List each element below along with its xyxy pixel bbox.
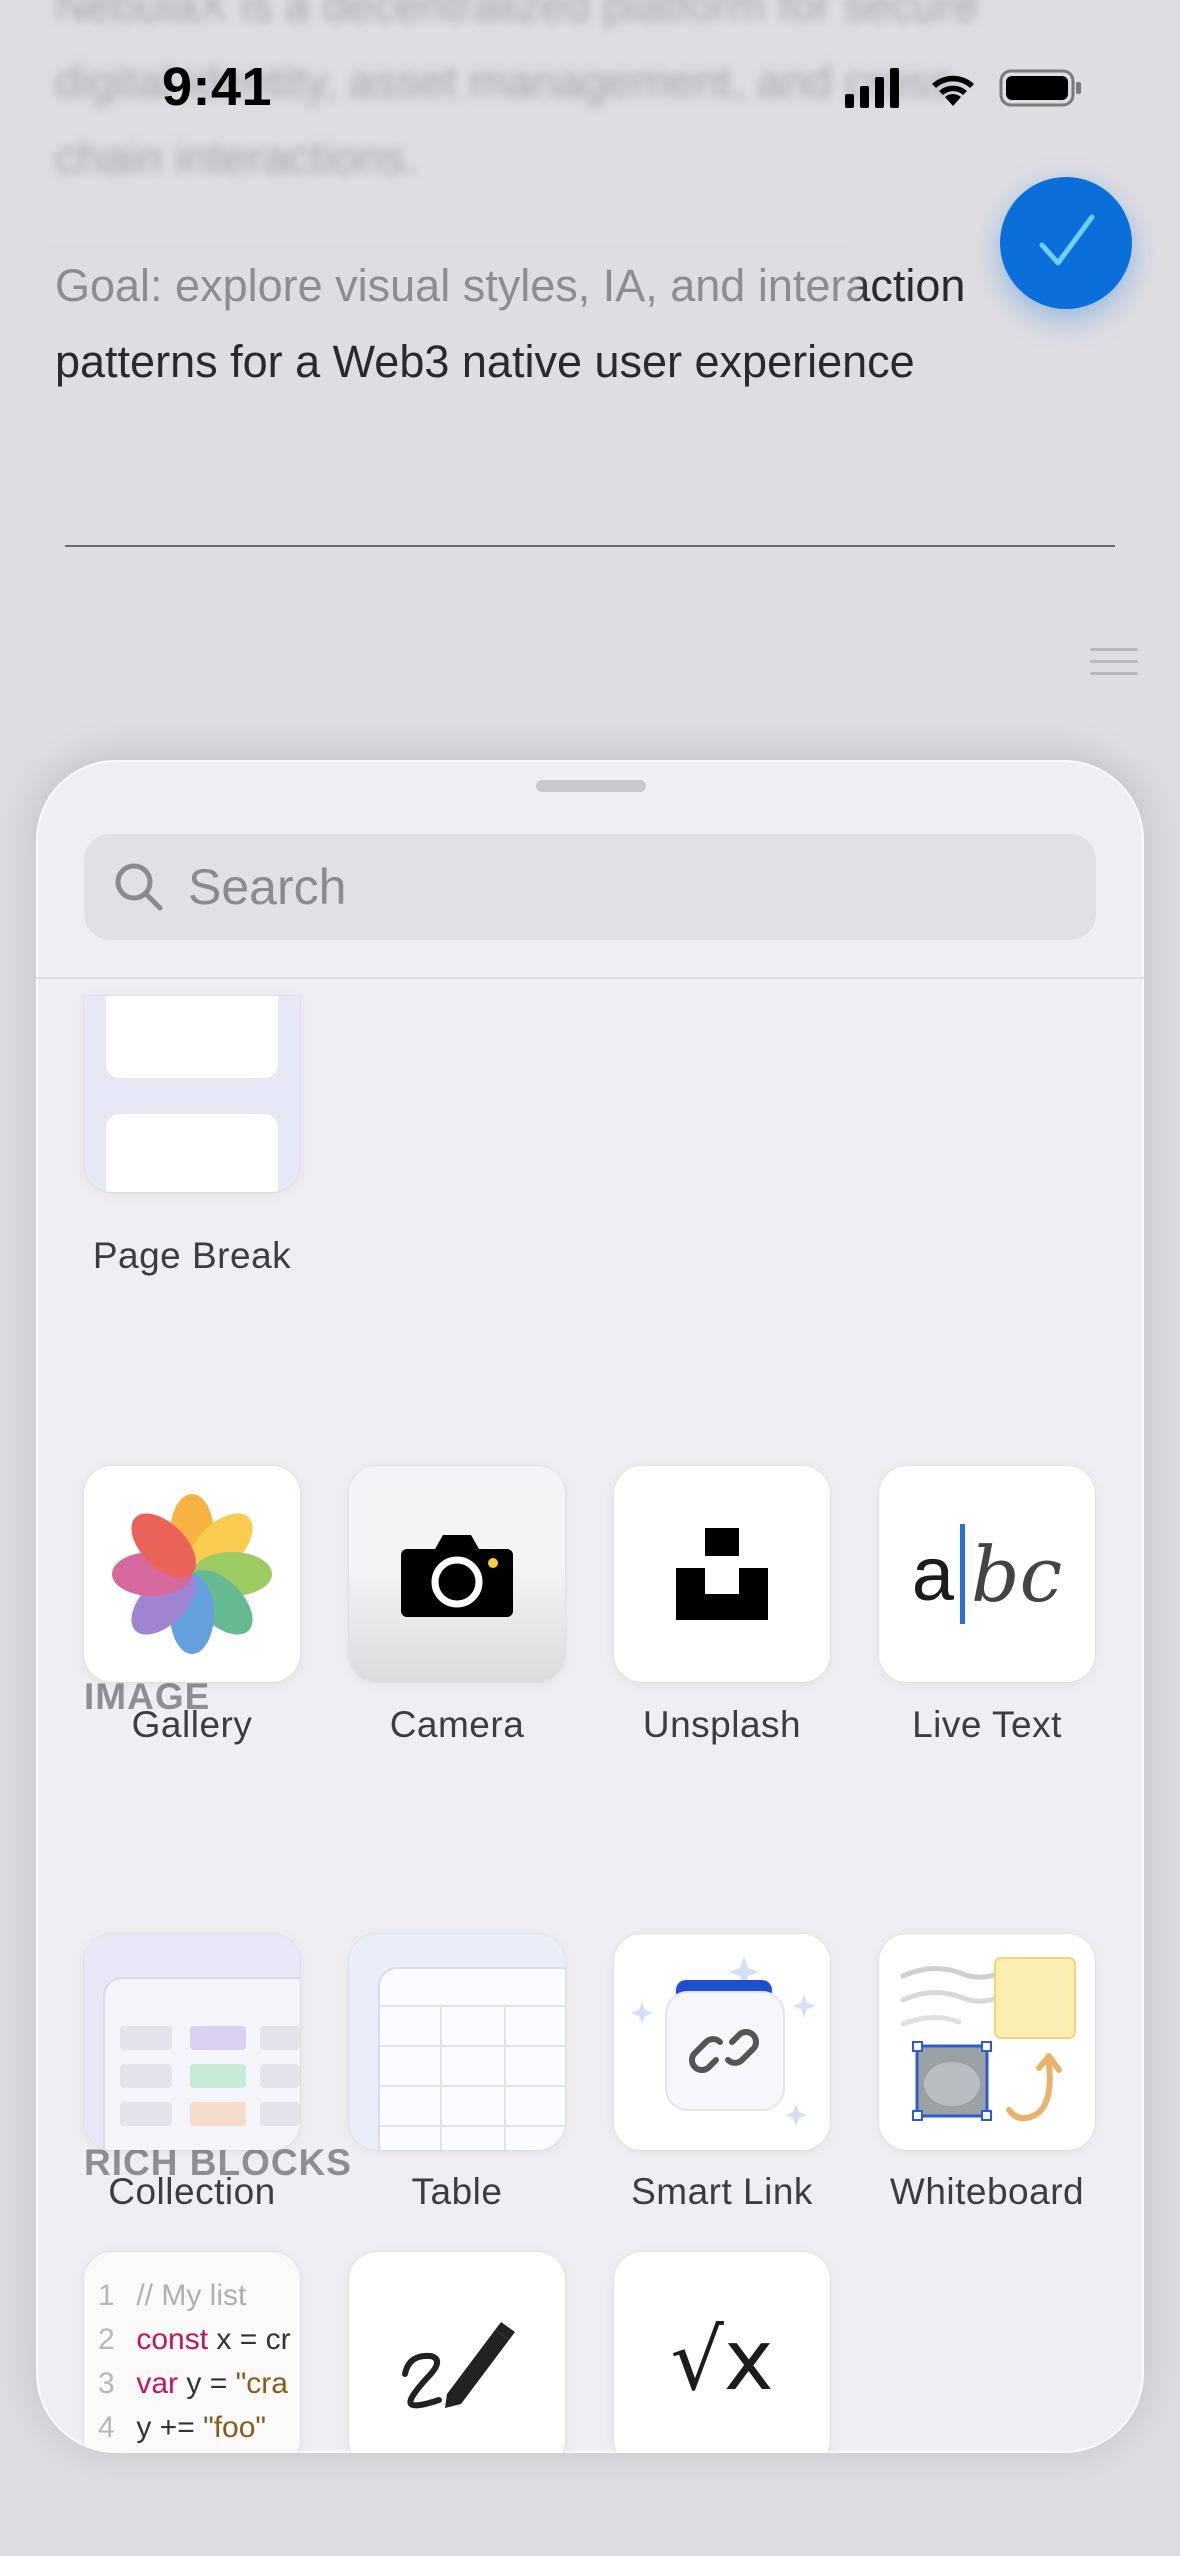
collection-label: Collection — [108, 2171, 276, 2212]
smart-link-label: Smart Link — [631, 2171, 813, 2212]
code-keyword: var — [136, 2367, 179, 2400]
code-block-icon: 1 // My list 2 const x = cr 3 var y = "c… — [98, 2274, 291, 2450]
status-bar: 9:41 — [0, 0, 1180, 170]
sketch-pen-icon — [402, 2322, 515, 2409]
photos-flower-icon — [112, 1494, 272, 1654]
code-line-number: 2 — [98, 2323, 115, 2356]
camera-icon — [401, 1535, 513, 1617]
page-break-card — [106, 1114, 278, 1192]
status-icons — [845, 66, 1085, 110]
checkmark-icon — [1039, 214, 1095, 266]
live-text-label: Live Text — [912, 1704, 1062, 1745]
status-time: 9:41 — [162, 57, 273, 117]
code-keyword: const — [136, 2323, 209, 2356]
code-string: "foo" — [203, 2411, 267, 2444]
document-divider — [65, 545, 1115, 547]
unsplash-icon — [676, 1528, 768, 1620]
search-icon — [115, 863, 163, 911]
gallery-label: Gallery — [131, 1704, 253, 1745]
code-text: x = cr — [208, 2323, 291, 2356]
search-bar[interactable] — [84, 834, 1096, 940]
insert-block-sheet: Page Break IMAGE Gallery Camera — [36, 760, 1144, 2453]
battery-icon — [999, 69, 1081, 107]
code-line-number: 3 — [98, 2367, 115, 2400]
collection-tile[interactable] — [84, 1934, 300, 2150]
live-text-icon: a bc — [911, 1524, 1063, 1624]
collection-icon — [103, 1977, 300, 2150]
fade-overlay — [40, 250, 860, 320]
table-icon — [378, 1967, 565, 2150]
math-tile[interactable]: √x — [614, 2252, 830, 2453]
code-text: y = — [178, 2367, 236, 2400]
unsplash-tile[interactable] — [614, 1466, 830, 1682]
whiteboard-label: Whiteboard — [889, 2171, 1085, 2212]
drag-handle-icon[interactable] — [1090, 648, 1138, 676]
sheet-divider — [36, 977, 1144, 979]
unsplash-label: Unsplash — [642, 1704, 802, 1745]
code-line-number: 4 — [98, 2411, 115, 2444]
page-break-icon — [106, 996, 278, 1078]
table-label: Table — [411, 2171, 503, 2212]
camera-label: Camera — [389, 1704, 525, 1745]
code-line-number: 1 — [98, 2279, 115, 2312]
whiteboard-icon — [900, 1957, 1076, 2122]
code-string: "cra — [235, 2367, 288, 2400]
search-input[interactable] — [188, 858, 1048, 916]
code-block-tile[interactable]: 1 // My list 2 const x = cr 3 var y = "c… — [84, 2252, 300, 2453]
live-text-glyph-a: a — [911, 1531, 955, 1617]
live-text-glyph-bc: bc — [971, 1529, 1063, 1619]
code-comment: // My list — [136, 2279, 247, 2312]
link-icon — [631, 1956, 816, 2126]
text-cursor — [960, 1524, 966, 1624]
smart-link-tile[interactable] — [614, 1934, 830, 2150]
math-formula-icon: √x — [670, 2311, 774, 2409]
page-break-tile[interactable] — [84, 996, 300, 1192]
page-break-label: Page Break — [92, 1235, 292, 1276]
wifi-icon — [932, 75, 974, 106]
code-text: y += — [136, 2411, 204, 2444]
done-button[interactable] — [1000, 177, 1132, 309]
gallery-tile[interactable] — [84, 1466, 300, 1682]
sheet-grabber[interactable] — [536, 780, 646, 792]
table-tile[interactable] — [349, 1934, 565, 2150]
sketch-tile[interactable] — [349, 2252, 565, 2453]
whiteboard-tile[interactable] — [879, 1934, 1095, 2150]
signal-icon — [845, 68, 899, 108]
camera-tile[interactable] — [349, 1466, 565, 1682]
live-text-tile[interactable]: a bc — [879, 1466, 1095, 1682]
